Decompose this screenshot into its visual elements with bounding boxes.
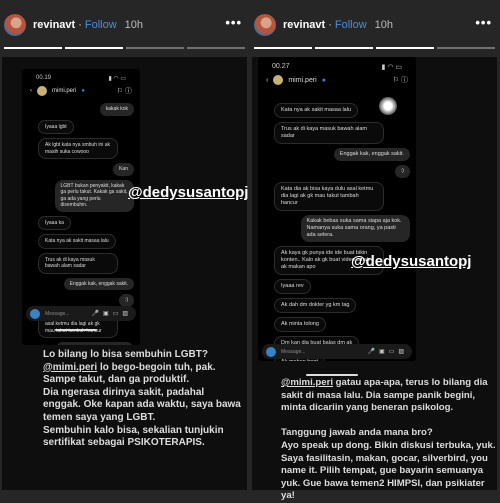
chat-message: kakak kok	[99, 103, 134, 116]
chat-message: Trus ak di kaya masuk bawah alam sadar	[38, 252, 118, 274]
story-panel: revinavt · Follow 10h ••• 00.19 ▮ ◠ ▭ ‹ mi…	[1, 0, 248, 500]
caption-text: lo bego-begoin tuh, pak. Sampe takut, da…	[43, 361, 241, 449]
chat-message: Kata nya ak sakit masaa lalu	[274, 103, 359, 118]
separator: ·	[78, 19, 82, 31]
chat-message: LGBT bukan penyakit, kakak ga perlu taku…	[54, 179, 134, 212]
chat-header: ‹ mimi.peri ● ⚐ ⓘ	[258, 71, 416, 89]
chat-message: Ak lgbt kata nya smbuh ini ak masih suka…	[38, 138, 118, 159]
flag-info-icons: ⚐ ⓘ	[116, 88, 132, 95]
back-icon: ‹	[266, 76, 269, 84]
touch-indicator	[379, 97, 397, 115]
contact-name: mimi.peri	[288, 76, 317, 84]
status-icons: ▮ ◠ ▭	[108, 76, 126, 82]
chat-message: :)	[118, 294, 134, 307]
message-placeholder: Message...	[281, 348, 306, 355]
chat-message: Kan	[113, 163, 134, 176]
story-progress	[254, 47, 495, 49]
chat-message: Iyaaa lgbt	[38, 119, 74, 134]
camera-icon	[266, 346, 276, 357]
message-placeholder: Message...	[45, 310, 70, 317]
separator: ·	[328, 19, 332, 31]
chat-message: Enggak kak, enggak sakit.	[63, 277, 134, 290]
username[interactable]: revinavt	[283, 19, 325, 31]
story-panel: revinavt · Follow 10h ••• 00.27 ▮ ◠ ▭ ‹ mi…	[251, 0, 498, 501]
story-header: revinavt · Follow 10h •••	[1, 12, 248, 38]
chat-message: Kata dia ak bisa kaya dulu asal ketmu di…	[274, 182, 384, 211]
message-list: Kata nya ak sakit masaa lalu Trus ak di k…	[258, 89, 416, 361]
clock: 00.19	[36, 75, 52, 81]
contact-name: mimi.peri	[52, 88, 77, 94]
watermark: @dedysusantopj	[351, 253, 472, 270]
story-progress	[4, 47, 245, 49]
flag-info-icons: ⚐ ⓘ	[392, 77, 408, 84]
timestamp: 10h	[374, 19, 394, 31]
chat-message: Iyaaa ka	[38, 215, 71, 230]
contact-avatar	[37, 86, 47, 96]
home-indicator	[306, 374, 358, 376]
verified-icon: ●	[81, 88, 85, 94]
verified-icon: ●	[321, 76, 326, 84]
caption-text: gatau apa-apa, terus lo bilang dia sakit…	[281, 377, 496, 502]
follow-button[interactable]: Follow	[85, 19, 117, 31]
chat-message: :)	[394, 165, 410, 178]
chat-message: Ak dah dm dokter yg km tag	[274, 298, 357, 313]
chat-message: Ak minta tolong	[274, 317, 326, 332]
story-content[interactable]: 00.19 ▮ ◠ ▭ ‹ mimi.peri ● ⚐ ⓘ kakak kok Iyaaa…	[2, 57, 249, 490]
composer-tools-icons: 🎤▣▭▨	[91, 311, 132, 317]
username[interactable]: revinavt	[33, 19, 75, 31]
more-options-icon[interactable]: •••	[475, 15, 492, 30]
chat-message: Kakak bebas suka sama siapa aja kok. Nam…	[300, 215, 410, 242]
avatar[interactable]	[4, 14, 26, 36]
contact-avatar	[273, 75, 284, 85]
chat-screenshot: 00.19 ▮ ◠ ▭ ‹ mimi.peri ● ⚐ ⓘ kakak kok Iyaaa…	[22, 69, 140, 345]
follow-button[interactable]: Follow	[335, 19, 367, 31]
chat-message: Enggak kak, enggak sakit.	[333, 148, 410, 161]
watermark: @dedysusantopj	[128, 184, 249, 201]
avatar[interactable]	[254, 14, 276, 36]
timestamp: 10h	[124, 19, 144, 31]
more-options-icon[interactable]: •••	[225, 15, 242, 30]
chat-message: Trus ak di kaya masuk bawah alam sadar	[274, 122, 384, 144]
status-icons: ▮ ◠ ▭	[381, 64, 402, 71]
chat-message: Kata nya ak sakit masaa lalu	[38, 234, 116, 249]
story-caption: Lo bilang lo bisa sembuhin LGBT? @mimi.p…	[43, 349, 243, 450]
story-header: revinavt · Follow 10h •••	[251, 12, 498, 38]
message-input: Message... 🎤▣▭▨	[26, 306, 136, 321]
story-caption: @mimi.peri gatau apa-apa, terus lo bilan…	[281, 377, 496, 503]
mention-link[interactable]: @mimi.peri	[281, 377, 333, 388]
chat-message: Iyaaa rev	[274, 279, 311, 294]
message-input: Message... 🎤▣▭▨	[262, 344, 412, 359]
composer-tools-icons: 🎤▣▭▨	[367, 349, 408, 355]
story-content[interactable]: 00.27 ▮ ◠ ▭ ‹ mimi.peri ● ⚐ ⓘ Kata nya ak sa…	[252, 57, 497, 501]
mention-link[interactable]: @mimi.peri	[43, 362, 97, 373]
caption-line: Lo bilang lo bisa sembuhin LGBT?	[43, 349, 208, 360]
back-icon: ‹	[30, 88, 32, 94]
clock: 00.27	[272, 63, 290, 70]
chat-header: ‹ mimi.peri ● ⚐ ⓘ	[22, 82, 140, 100]
home-indicator	[55, 329, 97, 331]
camera-icon	[30, 308, 40, 319]
chat-message: Kakak bebas suka sama siapa aja kok. Nam…	[54, 342, 134, 345]
